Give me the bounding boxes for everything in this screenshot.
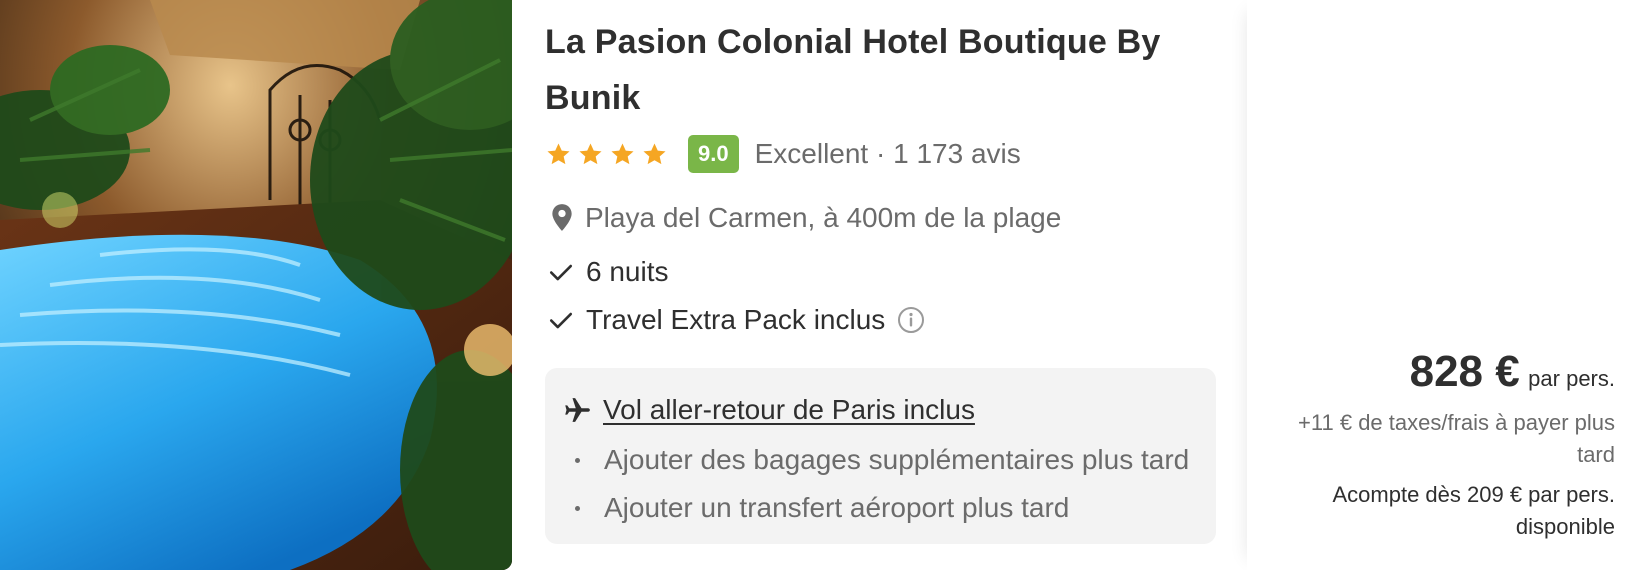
price-block: 828 € par pers. +11 € de taxes/frais à p… [1255,347,1615,543]
deposit-note: Acompte dès 209 € par pers. disponible [1332,482,1616,539]
location-row: Playa del Carmen, à 400m de la plage [545,198,1225,238]
price-per-person: par pers. [1528,366,1615,391]
check-icon [549,312,573,329]
flight-extra-transfer: Ajouter un transfert aéroport plus tard [604,492,1070,523]
flight-included-link[interactable]: Vol aller-retour de Paris inclus [603,394,975,426]
price-amount: 828 € [1409,347,1520,396]
taxes-note: +11 € de taxes/frais à payer plus tard [1298,410,1615,467]
star-rating [545,141,668,168]
hotel-info: La Pasion Colonial Hotel Boutique By Bun… [545,14,1225,544]
flight-extras-list: Ajouter des bagages supplémentaires plus… [563,436,1196,532]
price-line: 828 € par pers. [1255,347,1615,397]
star-icon [547,142,570,164]
rating-row: 9.0 Excellent · 1 173 avis [545,134,1225,174]
bullet-dot [575,505,580,511]
list-item: Ajouter des bagages supplémentaires plus… [563,436,1196,484]
location-text: Playa del Carmen, à 400m de la plage [585,202,1062,233]
hotel-photo-image [0,0,512,570]
feature-label: 6 nuits [586,256,669,287]
check-icon [549,264,573,281]
hotel-photo[interactable] [0,0,512,570]
map-pin-icon [552,204,572,231]
plane-icon [565,398,590,422]
star-icon [643,142,666,164]
hotel-name[interactable]: La Pasion Colonial Hotel Boutique By Bun… [545,14,1225,126]
feature-extra-pack: Travel Extra Pack inclus [545,300,1225,340]
flight-box: Vol aller-retour de Paris inclus Ajouter… [545,368,1216,544]
info-icon[interactable] [897,306,925,334]
bullet-dot [575,457,580,463]
list-item: Ajouter un transfert aéroport plus tard [563,484,1196,532]
flight-row: Vol aller-retour de Paris inclus [563,390,1196,430]
star-icon [611,142,634,164]
rating-summary[interactable]: Excellent · 1 173 avis [755,138,1021,170]
flight-extra-baggage: Ajouter des bagages supplémentaires plus… [604,444,1190,475]
score-badge: 9.0 [688,135,739,173]
price-column: 828 € par pers. +11 € de taxes/frais à p… [1247,0,1642,570]
star-icon [579,142,602,164]
feature-label: Travel Extra Pack inclus [586,304,886,335]
feature-nights: 6 nuits [545,252,1225,292]
